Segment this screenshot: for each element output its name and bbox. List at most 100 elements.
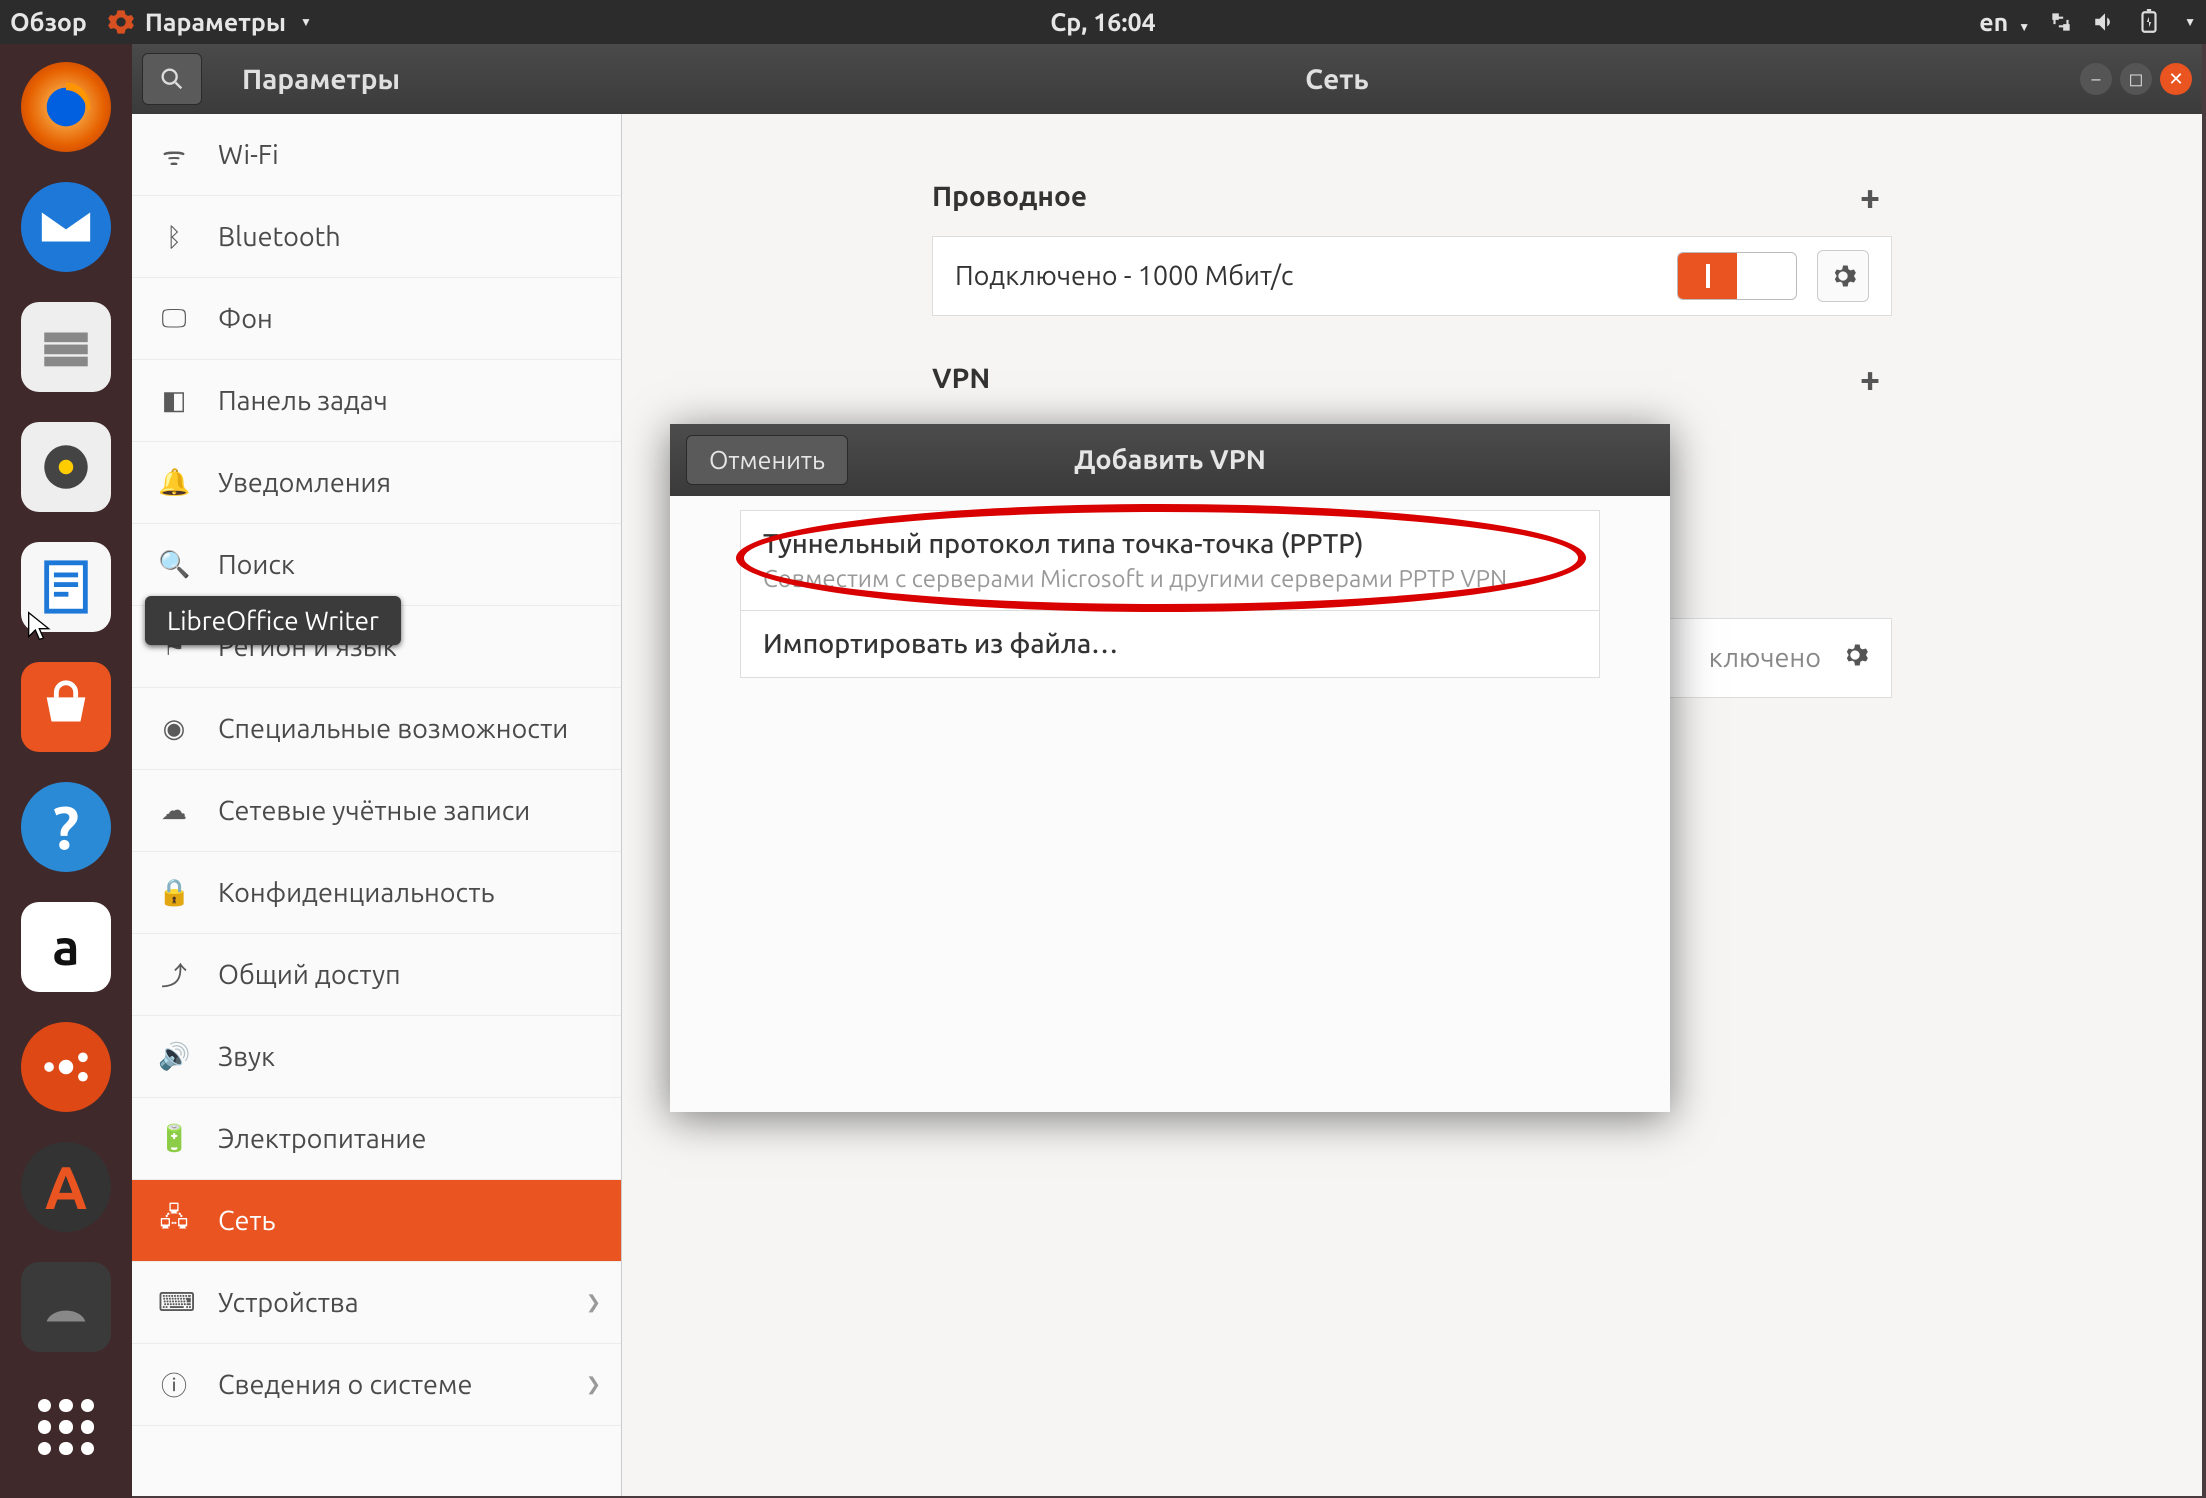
add-wired-button[interactable]: +: [1848, 174, 1892, 218]
info-icon: ⓘ: [158, 1366, 190, 1403]
vpn-header-label: VPN: [932, 363, 990, 394]
launcher-show-apps[interactable]: [21, 1382, 111, 1472]
bluetooth-icon: ᛒ: [158, 222, 190, 252]
lock-icon: 🔒: [158, 877, 190, 908]
sidebar-item-details[interactable]: ⓘ Сведения о системе ❯: [132, 1344, 621, 1426]
display-icon: 🖵: [158, 303, 190, 335]
vpn-section-header: VPN +: [932, 356, 1892, 400]
sidebar-label: Общий доступ: [218, 960, 401, 990]
chevron-down-icon: ▼: [2184, 15, 2196, 29]
keyboard-layout[interactable]: en ▼: [1979, 8, 2030, 36]
sidebar-label: Электропитание: [218, 1124, 426, 1154]
mouse-cursor: [26, 610, 58, 642]
sidebar-item-search[interactable]: 🔍 Поиск: [132, 524, 621, 606]
sidebar-item-wifi[interactable]: ᯤ Wi-Fi: [132, 114, 621, 196]
sidebar-title: Параметры: [202, 64, 582, 95]
app-menu[interactable]: Параметры ▼: [107, 8, 312, 36]
sidebar-item-accounts[interactable]: ☁ Сетевые учётные записи: [132, 770, 621, 852]
dock-icon: ◧: [158, 385, 190, 416]
launcher-software[interactable]: [21, 662, 111, 752]
launcher-rhythmbox[interactable]: [21, 422, 111, 512]
share-icon: ⤴: [158, 956, 190, 993]
sidebar-label: Фон: [218, 304, 273, 334]
sidebar-label: Уведомления: [218, 468, 391, 498]
add-vpn-dialog: Отменить Добавить VPN Туннельный протоко…: [670, 424, 1670, 1112]
vpn-option-title: Импортировать из файла…: [763, 629, 1577, 659]
vpn-option-pptp[interactable]: Туннельный протокол типа точка-точка (PP…: [740, 510, 1600, 611]
vpn-settings-button[interactable]: [1841, 641, 1869, 675]
sidebar-item-bluetooth[interactable]: ᛒ Bluetooth: [132, 196, 621, 278]
wired-header-label: Проводное: [932, 181, 1087, 212]
sidebar-search-button[interactable]: [142, 53, 202, 105]
sidebar-item-privacy[interactable]: 🔒Конфиденциальность: [132, 852, 621, 934]
sidebar-label: Панель задач: [218, 386, 388, 416]
chevron-down-icon: ▼: [2018, 21, 2030, 34]
sidebar-label: Сеть: [218, 1206, 275, 1236]
sidebar-item-notifications[interactable]: 🔔 Уведомления: [132, 442, 621, 524]
window-close[interactable]: ✕: [2160, 63, 2192, 95]
window-minimize[interactable]: –: [2080, 63, 2112, 95]
sidebar-label: Поиск: [218, 550, 295, 580]
launcher-updater[interactable]: A: [21, 1142, 111, 1232]
vpn-option-import[interactable]: Импортировать из файла…: [740, 611, 1600, 678]
wired-section-header: Проводное +: [932, 174, 1892, 218]
top-menubar: Обзор Параметры ▼ Ср, 16:04 en ▼ ▼: [0, 0, 2206, 44]
network-tray-icon[interactable]: [2048, 9, 2074, 35]
sidebar-item-power[interactable]: 🔋 Электропитание: [132, 1098, 621, 1180]
page-title: Сеть: [622, 64, 2052, 95]
sidebar-label: Wi-Fi: [218, 140, 279, 170]
wired-status-label: Подключено - 1000 Мбит/с: [955, 261, 1293, 291]
chevron-right-icon: ❯: [586, 1374, 601, 1395]
devices-icon: ⌨: [158, 1287, 190, 1318]
settings-icon: [107, 8, 135, 36]
battery-tray-icon[interactable]: [2136, 9, 2162, 35]
sidebar-item-network[interactable]: 🖧Сеть: [132, 1180, 621, 1262]
launcher-thunderbird[interactable]: [21, 182, 111, 272]
cloud-icon: ☁: [158, 795, 190, 826]
sidebar-label: Устройства: [218, 1288, 359, 1318]
add-vpn-button[interactable]: +: [1848, 356, 1892, 400]
sidebar-item-accessibility[interactable]: ◉ Специальные возможности: [132, 688, 621, 770]
gear-icon: [1841, 641, 1869, 669]
launcher-dock: ? a A: [0, 44, 132, 1498]
sidebar-item-sound[interactable]: 🔊Звук: [132, 1016, 621, 1098]
search-icon: 🔍: [158, 549, 190, 580]
chevron-right-icon: ❯: [586, 1292, 601, 1313]
sidebar-label: Сведения о системе: [218, 1370, 472, 1400]
vpn-status-label: ключено: [1709, 643, 1821, 673]
window-titlebar: Параметры Сеть – ◻ ✕: [132, 44, 2202, 114]
cancel-button[interactable]: Отменить: [686, 435, 848, 485]
sidebar-label: Сетевые учётные записи: [218, 796, 530, 826]
accessibility-icon: ◉: [158, 713, 190, 744]
bell-icon: 🔔: [158, 467, 190, 498]
app-menu-label: Параметры: [145, 8, 286, 36]
launcher-tooltip: LibreOffice Writer: [145, 596, 401, 645]
launcher-files[interactable]: [21, 302, 111, 392]
apps-grid-icon: [38, 1399, 94, 1455]
sidebar-item-background[interactable]: 🖵 Фон: [132, 278, 621, 360]
wired-toggle[interactable]: [1677, 252, 1797, 300]
vpn-option-subtitle: Совместим с серверами Microsoft и другим…: [763, 565, 1577, 592]
wired-settings-button[interactable]: [1817, 250, 1869, 302]
sidebar-item-sharing[interactable]: ⤴ Общий доступ: [132, 934, 621, 1016]
window-maximize[interactable]: ◻: [2120, 63, 2152, 95]
gear-icon: [1829, 262, 1857, 290]
sound-icon: 🔊: [158, 1041, 190, 1072]
launcher-settings[interactable]: [21, 1022, 111, 1112]
sidebar-label: Bluetooth: [218, 222, 341, 252]
sidebar-item-devices[interactable]: ⌨ Устройства ❯: [132, 1262, 621, 1344]
volume-tray-icon[interactable]: [2092, 9, 2118, 35]
chevron-down-icon: ▼: [300, 15, 312, 29]
power-icon: 🔋: [158, 1123, 190, 1154]
launcher-help[interactable]: ?: [21, 782, 111, 872]
wifi-icon: ᯤ: [158, 137, 190, 173]
activities-button[interactable]: Обзор: [10, 8, 87, 36]
sidebar-label: Специальные возможности: [218, 714, 568, 744]
dialog-header: Отменить Добавить VPN: [670, 424, 1670, 496]
launcher-amazon[interactable]: a: [21, 902, 111, 992]
wired-connection-row: Подключено - 1000 Мбит/с: [932, 236, 1892, 316]
sidebar-item-dock[interactable]: ◧ Панель задач: [132, 360, 621, 442]
launcher-generic[interactable]: [21, 1262, 111, 1352]
clock: Ср, 16:04: [0, 8, 2206, 36]
launcher-firefox[interactable]: [21, 62, 111, 152]
